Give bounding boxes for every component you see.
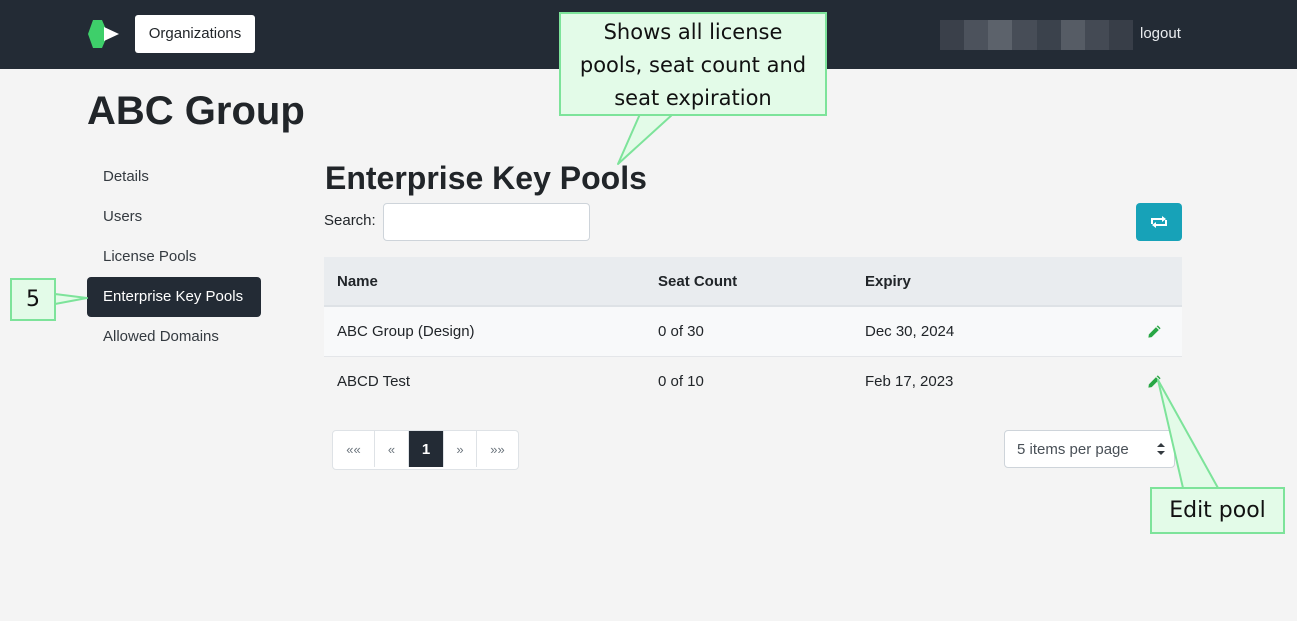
page-button-current[interactable]: 1 [408,431,443,467]
logout-link[interactable]: logout [1140,25,1181,42]
sidebar-item-allowed-domains[interactable]: Allowed Domains [87,317,261,357]
redaction-block [1108,20,1133,50]
callout-line: Shows all license [603,20,783,44]
cell-name: ABC Group (Design) [324,305,645,356]
redaction-block [964,20,989,50]
page-title: ABC Group [87,89,305,133]
cell-seat-count: 0 of 10 [645,355,852,406]
cell-seat-count: 0 of 30 [645,305,852,356]
cell-actions [1065,355,1182,406]
edit-pool-callout: Edit pool [1150,487,1285,534]
next-page-button[interactable]: » [443,431,476,467]
step-number-callout: 5 [10,278,56,321]
table-header-row: Name Seat Count Expiry [324,257,1182,307]
key-pools-table: Name Seat Count Expiry ABC Group (Design… [324,257,1182,406]
pencil-icon[interactable] [1147,374,1162,389]
pagination: «« « 1 » »» [332,430,519,470]
search-label: Search: [324,212,376,229]
column-header-actions [1065,257,1182,307]
section-title: Enterprise Key Pools [325,160,647,196]
sidebar-item-enterprise-key-pools[interactable]: Enterprise Key Pools [87,277,261,317]
app-logo-icon[interactable] [86,20,120,48]
items-per-page-value: 5 items per page [1017,440,1129,458]
select-caret-icon [1157,443,1165,455]
redaction-block [1036,20,1061,50]
table-row: ABC Group (Design) 0 of 30 Dec 30, 2024 [324,305,1182,356]
sidebar-item-users[interactable]: Users [87,197,261,237]
pencil-icon[interactable] [1147,324,1162,339]
cell-name: ABCD Test [324,355,645,406]
search-input[interactable] [383,203,590,241]
redaction-block [1060,20,1085,50]
cell-actions [1065,305,1182,356]
refresh-icon [1151,216,1167,228]
prev-page-button[interactable]: « [374,431,408,467]
column-header-expiry[interactable]: Expiry [852,257,1065,307]
table-row: ABCD Test 0 of 10 Feb 17, 2023 [324,355,1182,406]
callout-line: seat expiration [614,86,772,110]
organizations-button[interactable]: Organizations [135,15,255,53]
sidebar-item-details[interactable]: Details [87,157,261,197]
last-page-button[interactable]: »» [476,431,518,467]
redaction-block [1012,20,1037,50]
items-per-page-select[interactable]: 5 items per page [1004,430,1175,468]
sidebar-nav: Details Users License Pools Enterprise K… [87,157,261,357]
callout-line: pools, seat count and [579,53,807,77]
cell-expiry: Feb 17, 2023 [852,355,1065,406]
description-callout: Shows all license pools, seat count and … [559,12,827,116]
redaction-block [1084,20,1109,50]
column-header-seat-count[interactable]: Seat Count [645,257,852,307]
redacted-username [940,20,1133,50]
column-header-name[interactable]: Name [324,257,645,307]
redaction-block [988,20,1013,50]
refresh-button[interactable] [1136,203,1182,241]
redaction-block [940,20,965,50]
sidebar-item-license-pools[interactable]: License Pools [87,237,261,277]
cell-expiry: Dec 30, 2024 [852,305,1065,356]
first-page-button[interactable]: «« [333,431,374,467]
